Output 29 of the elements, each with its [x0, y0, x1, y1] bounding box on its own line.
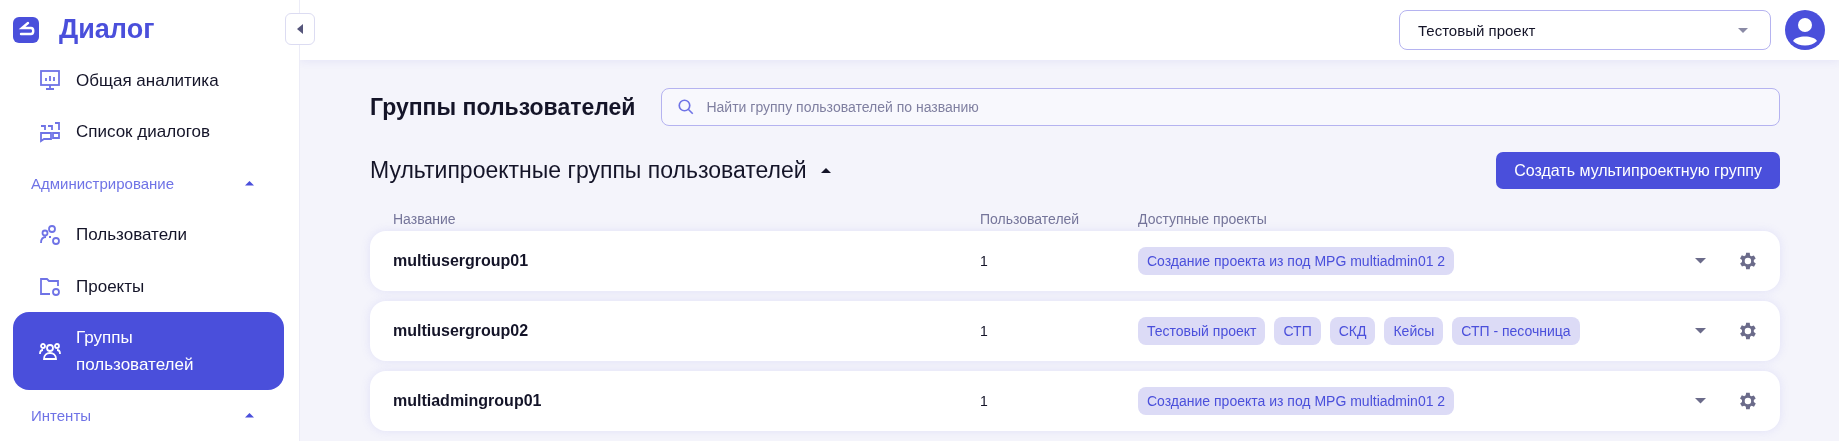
app-logo-text: Диалог — [59, 14, 155, 46]
project-tag: СТП — [1274, 317, 1321, 345]
section-title: Мультипроектные группы пользователей — [370, 157, 807, 184]
user-count: 1 — [980, 253, 989, 269]
sidebar-item[interactable]: Общая аналитика — [13, 54, 284, 107]
create-group-button[interactable]: Создать мультипроектную группу — [1496, 152, 1780, 189]
project-tag: СКД — [1329, 317, 1376, 345]
project-tag: СТП - песочница — [1452, 317, 1580, 345]
project-tag: Создание проекта из под MPG multiadmin01 2 — [1138, 247, 1455, 275]
sidebar-item[interactable]: Пользователи — [13, 209, 284, 261]
project-tag: Создание проекта из под MPG multiadmin01 2 — [1138, 387, 1455, 415]
project-tag: Тестовый проект — [1138, 317, 1266, 345]
sidebar-section-header[interactable]: Интенты — [13, 389, 284, 441]
project-select[interactable]: Тестовый проект — [1399, 10, 1771, 50]
group-name: multiusergroup01 — [393, 252, 530, 270]
page-title: Группы пользователей — [370, 93, 636, 121]
sidebar-item[interactable]: Группы пользователей — [13, 312, 284, 390]
sidebar-section-header[interactable]: Администрирование — [13, 157, 284, 210]
user-count: 1 — [980, 393, 989, 409]
column-header: Доступные проекты — [1138, 211, 1268, 227]
search-field[interactable]: Найти группу пользователей по названию — [661, 88, 1780, 126]
column-header: Пользователей — [980, 211, 1081, 227]
sidebar-item[interactable]: Проекты — [13, 260, 284, 313]
sidebar-item[interactable]: Список диалогов — [13, 106, 284, 158]
user-count: 1 — [980, 323, 989, 339]
column-header: Название — [393, 211, 457, 227]
group-name: multiadmingroup01 — [393, 392, 543, 410]
project-tag: Кейсы — [1384, 317, 1444, 345]
group-name: multiusergroup02 — [393, 322, 530, 340]
